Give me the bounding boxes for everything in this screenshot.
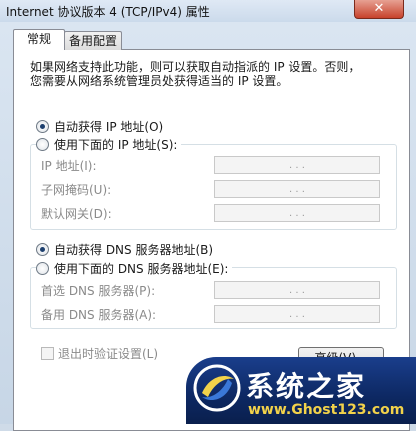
tab-general[interactable]: 常规 xyxy=(13,29,65,50)
ip-manual-radio[interactable]: 使用下面的 IP 地址(S): xyxy=(36,137,182,153)
description-line-2: 您需要从网络系统管理员处获得适当的 IP 设置。 xyxy=(30,74,289,88)
ip-address-label: IP 地址(I): xyxy=(41,159,97,173)
radio-checked-icon[interactable] xyxy=(36,120,49,133)
checkbox-icon[interactable] xyxy=(41,347,54,360)
dns-manual-label: 使用下面的 DNS 服务器地址(E): xyxy=(54,262,229,276)
validate-on-exit-label: 退出时验证设置(L) xyxy=(58,347,159,361)
description-text: 如果网络支持此功能，则可以获取自动指派的 IP 设置。否则， 您需要从网络系统管… xyxy=(30,60,390,88)
site-watermark: 系统之家 www.Ghost123.com xyxy=(186,357,416,424)
radio-unchecked-icon[interactable] xyxy=(36,138,49,151)
preferred-dns-input[interactable]: . . . xyxy=(214,281,380,299)
title-bar[interactable]: Internet 协议版本 4 (TCP/IPv4) 属性 ✕ xyxy=(0,0,416,22)
alternate-dns-input[interactable]: . . . xyxy=(214,305,380,323)
tab-alternate-config[interactable]: 备用配置 xyxy=(64,31,122,50)
ip-address-input[interactable]: . . . xyxy=(214,156,380,174)
subnet-mask-label: 子网掩码(U): xyxy=(41,183,112,197)
window-title: Internet 协议版本 4 (TCP/IPv4) 属性 xyxy=(6,5,210,19)
validate-on-exit-checkbox[interactable]: 退出时验证设置(L) xyxy=(41,347,158,361)
dns-manual-radio[interactable]: 使用下面的 DNS 服务器地址(E): xyxy=(36,261,233,277)
dns-auto-label: 自动获得 DNS 服务器地址(B) xyxy=(54,243,214,257)
radio-checked-icon[interactable] xyxy=(36,243,49,256)
radio-unchecked-icon[interactable] xyxy=(36,262,49,275)
close-button[interactable]: ✕ xyxy=(354,0,404,19)
dialog-window: Internet 协议版本 4 (TCP/IPv4) 属性 ✕ 常规 备用配置 … xyxy=(0,0,416,431)
alternate-dns-label: 备用 DNS 服务器(A): xyxy=(41,308,157,322)
preferred-dns-label: 首选 DNS 服务器(P): xyxy=(41,284,156,298)
ip-manual-label: 使用下面的 IP 地址(S): xyxy=(54,138,178,152)
dns-auto-radio[interactable]: 自动获得 DNS 服务器地址(B) xyxy=(36,242,213,258)
default-gateway-input[interactable]: . . . xyxy=(214,204,380,222)
description-line-1: 如果网络支持此功能，则可以获取自动指派的 IP 设置。否则， xyxy=(30,60,361,74)
watermark-url: www.Ghost123.com xyxy=(248,402,405,418)
close-icon: ✕ xyxy=(373,1,385,16)
watermark-title: 系统之家 xyxy=(246,370,367,403)
ip-auto-radio[interactable]: 自动获得 IP 地址(O) xyxy=(36,119,163,135)
watermark-logo-icon xyxy=(193,364,241,412)
default-gateway-label: 默认网关(D): xyxy=(41,207,112,221)
ip-auto-label: 自动获得 IP 地址(O) xyxy=(54,120,164,134)
subnet-mask-input[interactable]: . . . xyxy=(214,180,380,198)
